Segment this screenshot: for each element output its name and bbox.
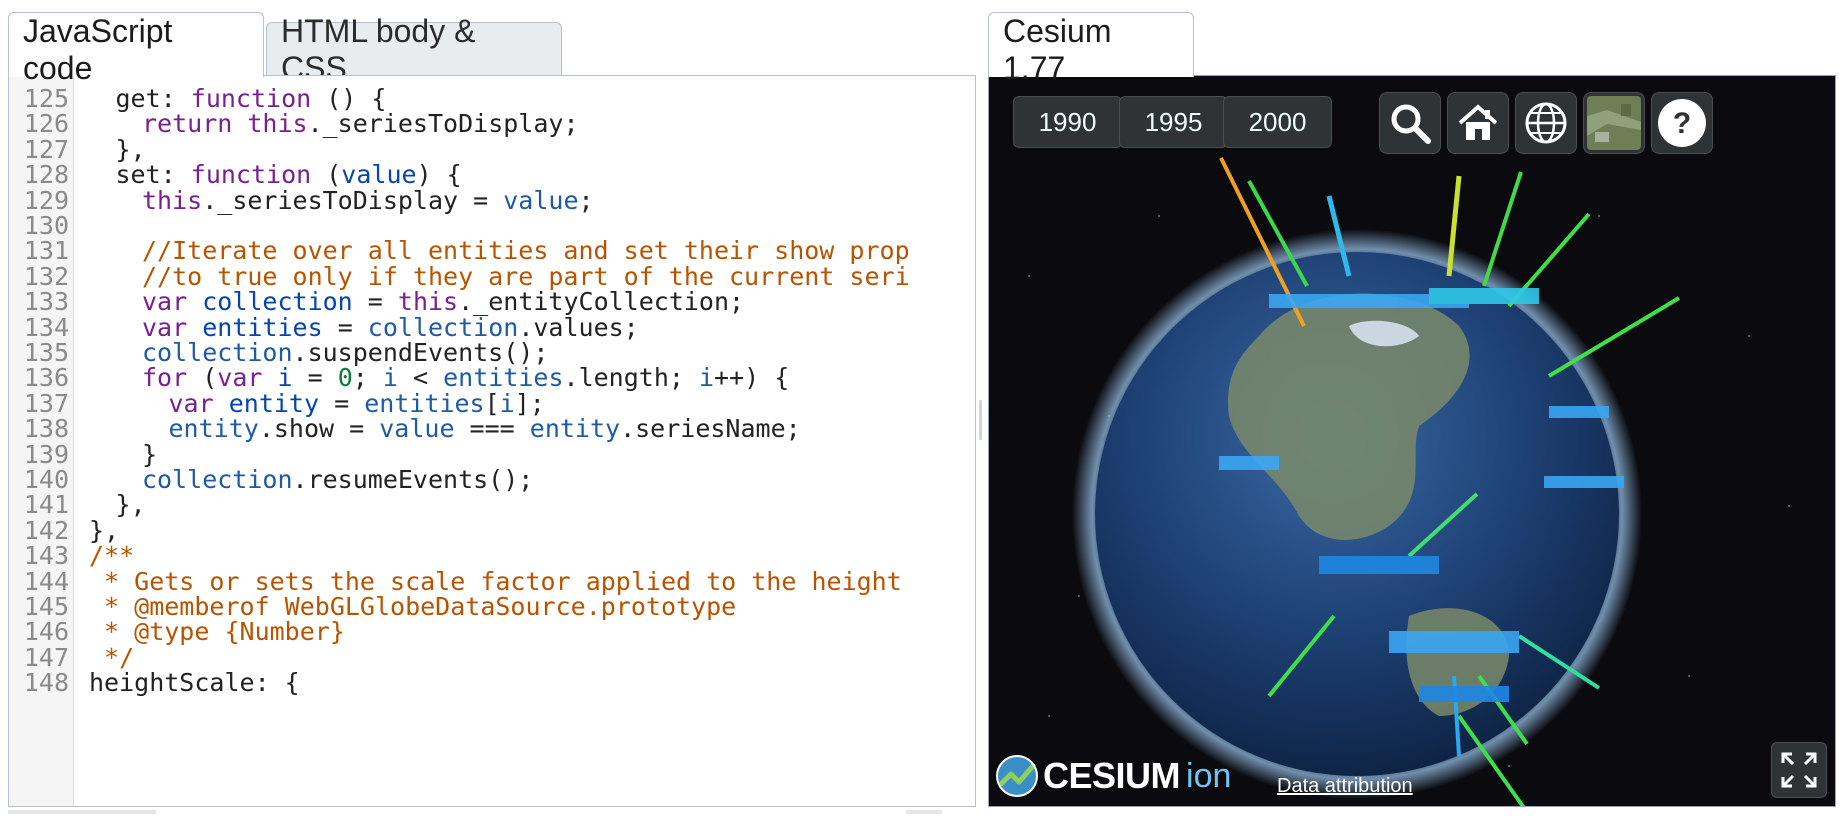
scene-mode-button[interactable]	[1515, 92, 1577, 154]
fullscreen-icon	[1781, 752, 1817, 788]
code-token: .resumeEvents();	[292, 465, 534, 494]
svg-text:?: ?	[1673, 107, 1691, 140]
code-token: ;	[578, 185, 594, 215]
code-line: },	[116, 490, 146, 520]
bottom-scrollbar-thumb[interactable]	[906, 810, 942, 814]
globe-scene[interactable]	[989, 76, 1836, 807]
code-token: .seriesName;	[620, 414, 801, 444]
cesium-logo-text: CESIUM	[1043, 755, 1181, 796]
geocoder-button[interactable]	[1379, 92, 1441, 154]
code-token: this	[142, 185, 203, 215]
code-line: entity.show = value === entity.seriesNam…	[169, 414, 801, 444]
code-token: entity	[529, 414, 621, 444]
globe-icon	[1525, 102, 1567, 144]
code-token: entity	[168, 414, 259, 444]
code-line: heightScale: {	[89, 668, 300, 698]
code-token: value	[503, 185, 579, 215]
code-token: ._seriesToDisplay =	[202, 185, 504, 215]
code-token: ++) {	[714, 363, 790, 393]
navigation-help-button[interactable]: ?	[1651, 92, 1713, 154]
code-token: ===	[454, 414, 530, 444]
code-token: ._seriesToDisplay;	[307, 109, 579, 139]
code-line: collection.resumeEvents();	[142, 465, 533, 495]
bottom-scrollbar[interactable]	[8, 810, 156, 814]
line-number-gutter: 125 126 127 128 129 130 131 132 133 134 135 136 137 1…	[9, 76, 74, 806]
code-token: collection	[142, 465, 293, 494]
code-token: value	[379, 414, 455, 444]
ion-logo-text: ion	[1186, 756, 1232, 795]
code-line: return this._seriesToDisplay;	[142, 109, 579, 139]
code-token: },	[115, 490, 146, 520]
year-button-1990[interactable]: 1990	[1013, 96, 1122, 148]
year-button-2000[interactable]: 2000	[1223, 96, 1332, 148]
data-attribution-link[interactable]: Data attribution	[1277, 775, 1413, 798]
fullscreen-button[interactable]	[1771, 742, 1827, 798]
home-icon	[1458, 104, 1498, 140]
base-layer-picker-button[interactable]	[1583, 92, 1645, 154]
year-button-1995[interactable]: 1995	[1119, 96, 1228, 148]
help-icon: ?	[1658, 99, 1706, 147]
home-button[interactable]	[1447, 92, 1509, 154]
tab-javascript-code[interactable]: JavaScript code	[8, 12, 264, 86]
code-token: return	[142, 109, 248, 139]
code-token: heightScale: {	[89, 668, 300, 698]
splitter-handle[interactable]	[979, 400, 982, 440]
search-icon	[1391, 104, 1431, 144]
code-token: this	[247, 109, 308, 139]
imagery-icon	[1587, 96, 1641, 150]
tab-javascript-code-label: JavaScript code	[23, 13, 173, 86]
code-line: this._seriesToDisplay = value;	[142, 186, 594, 216]
code-token: .length;	[563, 363, 699, 393]
tab-cesium-viewer[interactable]: Cesium 1.77	[988, 12, 1194, 86]
tab-html-body-css[interactable]: HTML body & CSS	[266, 13, 562, 86]
cesium-viewer[interactable]: 1990 1995 2000 ? CESIUM ion Data attributi…	[988, 75, 1836, 807]
line-number: 148	[23, 668, 69, 698]
code-editor[interactable]: 125 126 127 128 129 130 131 132 133 134 135 136 137 1…	[8, 75, 976, 807]
cesium-logo-icon	[996, 755, 1038, 797]
cesium-ion-logo[interactable]: CESIUM ion	[995, 754, 1231, 798]
tab-cesium-viewer-label: Cesium 1.77	[1003, 13, 1112, 86]
code-token: i	[698, 363, 715, 393]
code-token: .show =	[258, 414, 380, 444]
